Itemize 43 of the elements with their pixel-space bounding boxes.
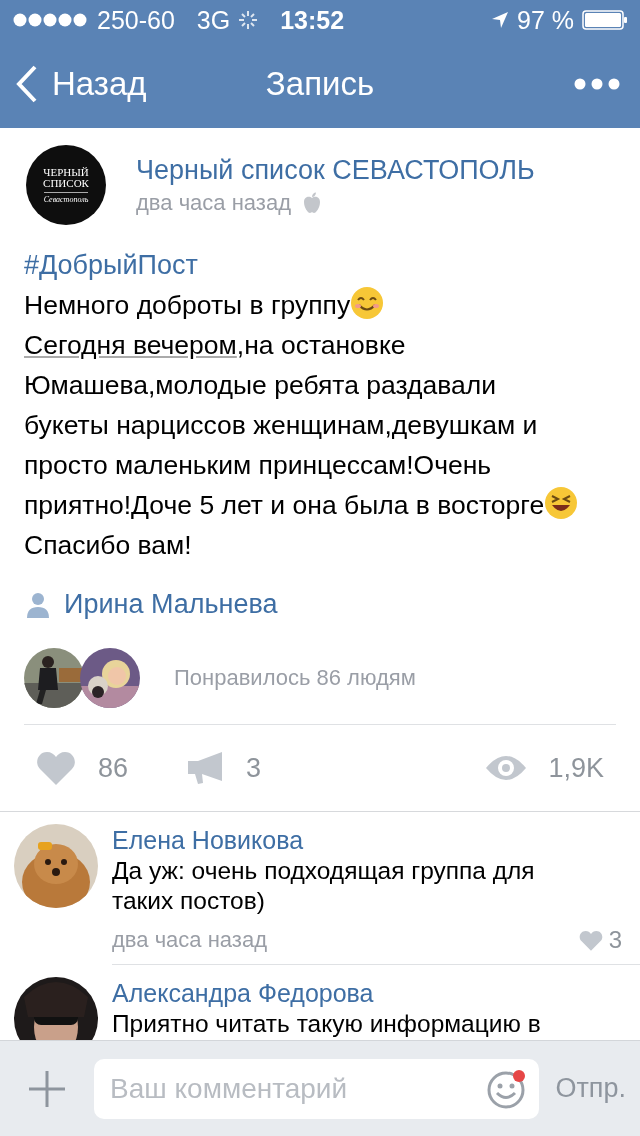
heart-icon[interactable] <box>36 751 76 785</box>
more-icon[interactable] <box>574 78 620 90</box>
heart-icon[interactable] <box>578 929 603 951</box>
comment-like-count: 3 <box>608 926 622 954</box>
emoji-icon[interactable] <box>487 1068 528 1109</box>
network-type: 3G <box>196 5 231 35</box>
comment-time: два часа назад <box>112 927 267 953</box>
post-time: два часа назад <box>136 189 291 216</box>
eye-icon <box>486 754 527 782</box>
person-icon <box>26 591 50 618</box>
repost-count: 3 <box>246 752 262 784</box>
like-count: 86 <box>98 752 129 784</box>
commenter-name[interactable]: Александра Федорова <box>112 977 622 1009</box>
chevron-icon <box>16 65 38 103</box>
apple-icon <box>302 191 321 214</box>
logo-text: СПИСОК <box>43 177 89 189</box>
activity-icon <box>238 10 259 30</box>
commenter-name[interactable]: Елена Новикова <box>112 824 622 856</box>
author-name[interactable]: Ирина Мальнева <box>64 589 278 620</box>
back-button[interactable]: Назад <box>16 65 147 103</box>
hashtag-link[interactable]: #ДобрыйПост <box>24 245 616 285</box>
comment-text: Приятно читать такую информацию в <box>112 1009 542 1039</box>
laughing-face-icon <box>544 486 579 520</box>
group-name[interactable]: Черный список СЕВАСТОПОЛЬ <box>136 154 535 186</box>
logo-text: ЧЕРНЫЙ <box>43 166 89 178</box>
view-count: 1,9K <box>548 752 604 784</box>
date-link[interactable]: Сегодня вечером <box>24 330 237 360</box>
megaphone-icon[interactable] <box>188 751 225 785</box>
smiling-face-icon <box>350 286 385 320</box>
location-arrow-icon <box>491 11 509 29</box>
post-text: Немного доброты в группу Сегодня вечером,на остановке Юмашева,молодые ребята раздавали букеты нарциссов женщинам,девушкам и просто маленьким принцессам!Очень приятно!Доче 5 лет и она была в восторге Спасибо вам! <box>24 285 616 565</box>
signal-icon <box>13 13 89 27</box>
clock: 13:52 <box>280 5 345 35</box>
battery-icon <box>582 10 628 30</box>
carrier-name: 250-60 <box>97 5 175 35</box>
battery-percent: 97 % <box>517 5 574 35</box>
likes-summary[interactable]: Понравилось 86 людям <box>174 665 416 691</box>
screen-title: Запись <box>265 65 375 103</box>
group-logo[interactable]: ЧЕРНЫЙ СПИСОК Севастополь <box>26 145 106 225</box>
comment-text: Да уж: очень подходящая группа для таких постов) <box>112 856 536 916</box>
comment-input[interactable]: Ваш комментарий <box>94 1058 540 1119</box>
add-icon[interactable] <box>28 1069 66 1108</box>
logo-text: Севастополь <box>43 191 89 204</box>
